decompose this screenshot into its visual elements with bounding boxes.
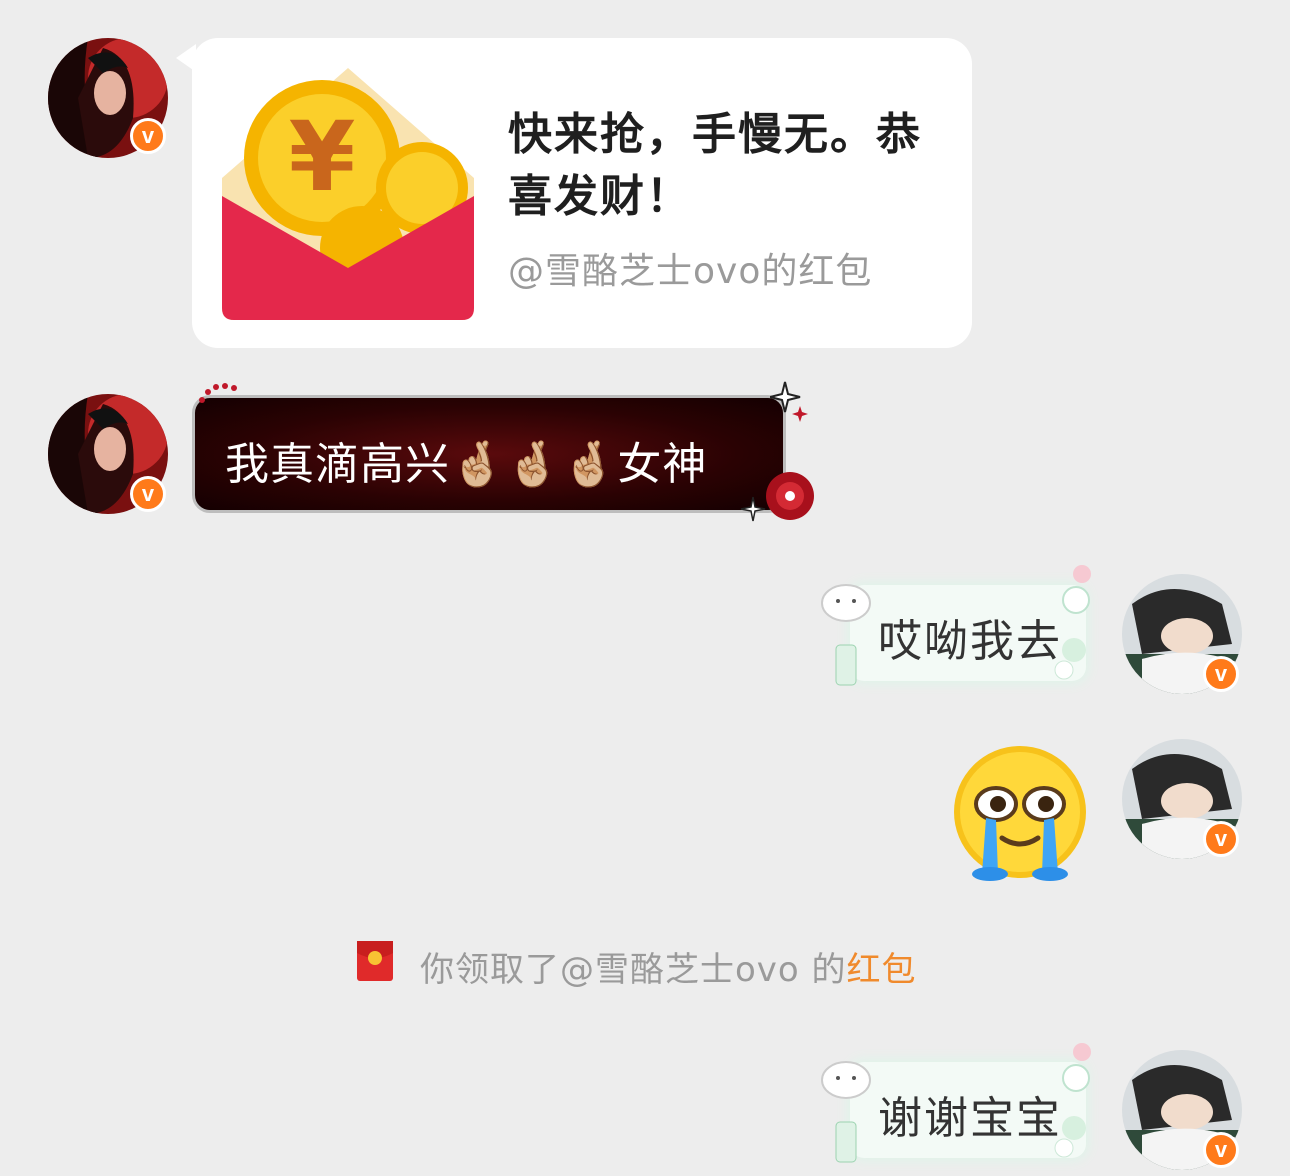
dots-decoration-icon — [196, 382, 240, 410]
verified-badge-icon: v — [130, 118, 166, 154]
flower-decoration-icon — [1040, 560, 1100, 694]
bunny-decoration-icon — [816, 575, 876, 699]
system-message: 你领取了@雪酪芝士ovo 的红包 — [420, 942, 917, 991]
bunny-decoration-icon — [816, 1052, 876, 1176]
message-text: 哎呦我去 — [878, 616, 1062, 667]
verified-badge-icon: v — [1203, 1132, 1239, 1168]
red-packet-title: 快来抢，手慢无。恭喜发财！ — [508, 109, 922, 222]
svg-text:¥: ¥ — [289, 101, 356, 213]
verified-badge-icon: v — [1203, 821, 1239, 857]
message-text: 谢谢宝宝 — [878, 1093, 1062, 1144]
system-message-text: 你领取了@雪酪芝士ovo 的 — [420, 950, 847, 990]
verified-badge-icon: v — [130, 476, 166, 512]
red-envelope-icon — [357, 941, 393, 985]
crying-laughing-emoji-icon[interactable] — [952, 746, 1092, 890]
red-packet-sender: @雪酪芝士ovo的红包 — [508, 251, 873, 292]
red-packet-message[interactable]: ¥ 快来抢，手慢无。恭喜发财！ @雪酪芝士ovo的红包 — [192, 38, 972, 348]
sparkle-icon — [769, 380, 810, 428]
message-text: 我真滴高兴🤞🏼🤞🏼🤞🏼女神 — [225, 439, 708, 490]
sparkle-icon — [740, 496, 766, 526]
verified-badge-icon: v — [1203, 656, 1239, 692]
text-message-bubble[interactable]: 我真滴高兴🤞🏼🤞🏼🤞🏼女神 — [192, 395, 786, 513]
flower-decoration-icon — [1040, 1038, 1100, 1172]
red-packet-link[interactable]: 红包 — [847, 950, 917, 990]
red-envelope-icon: ¥ — [222, 68, 474, 324]
red-flower-icon — [760, 468, 820, 528]
